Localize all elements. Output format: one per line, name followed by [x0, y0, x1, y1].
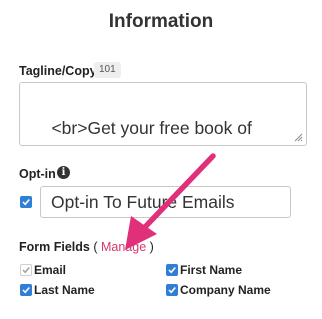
resize-handle-icon[interactable] — [293, 132, 303, 142]
optin-text-input[interactable]: Opt-in To Future Emails — [40, 186, 291, 218]
optin-checkbox[interactable] — [20, 196, 32, 208]
manage-link[interactable]: Manage — [101, 240, 146, 254]
email-checkbox — [20, 264, 32, 276]
tagline-label: Tagline/Copy — [19, 64, 97, 78]
paren-open: ( — [89, 240, 98, 254]
company-name-checkbox[interactable] — [166, 284, 178, 296]
field-label-last-name: Last Name — [34, 283, 95, 297]
field-label-company-name: Company Name — [180, 283, 271, 297]
form-fields-heading: Form Fields ( Manage ) — [19, 240, 154, 254]
info-icon[interactable]: i — [57, 166, 70, 179]
optin-text: Opt-in To Future Emails — [51, 192, 235, 212]
form-fields-label: Form Fields — [19, 240, 90, 254]
char-count-badge: 101 — [94, 62, 121, 78]
paren-close: ) — [146, 240, 154, 254]
field-label-email: Email — [34, 263, 67, 277]
last-name-checkbox[interactable] — [20, 284, 32, 296]
panel-title: Information — [108, 11, 214, 32]
optin-label: Opt-in — [19, 167, 56, 181]
checkmark-icon — [168, 286, 176, 294]
checkmark-icon — [22, 286, 30, 294]
first-name-checkbox[interactable] — [166, 264, 178, 276]
tagline-textarea[interactable]: <br>Get your free book of <b>catchy tagl… — [19, 82, 307, 146]
tagline-text: <br>Get your free book of <b>catchy tagl… — [32, 118, 252, 145]
information-panel: Information Tagline/Copy 101 <br>Get you… — [0, 0, 322, 319]
checkmark-icon — [22, 267, 30, 274]
field-label-first-name: First Name — [180, 263, 243, 277]
checkmark-icon — [22, 198, 30, 206]
checkmark-icon — [168, 266, 176, 274]
